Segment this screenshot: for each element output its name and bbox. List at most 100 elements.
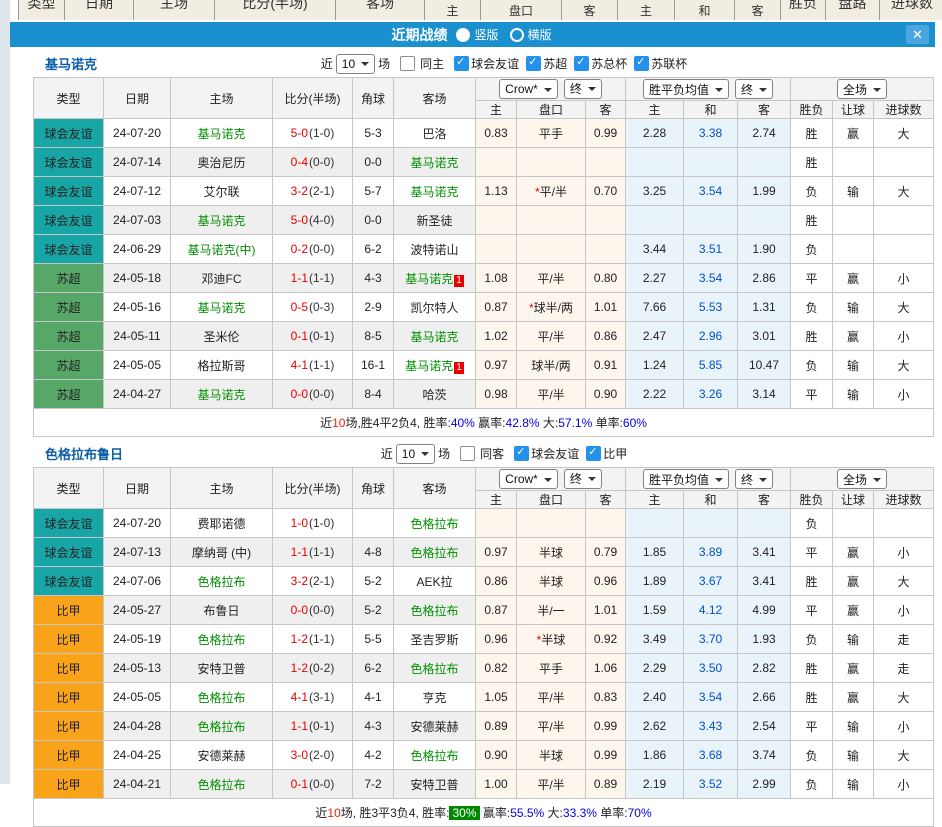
goals-cell <box>874 148 934 177</box>
avg-home-cell: 2.22 <box>626 380 684 409</box>
match-row: 比甲24-05-19色格拉布1-2(1-1)5-5圣吉罗斯0.96*半球0.92… <box>34 625 934 654</box>
vertical-layout-radio[interactable] <box>456 28 470 42</box>
handicap-cell: 半/一 <box>517 596 586 625</box>
corner-cell: 16-1 <box>353 351 394 380</box>
scope-select[interactable]: 全场 <box>837 469 887 489</box>
league-filter-label[interactable]: 苏总杯 <box>591 55 627 72</box>
league-type-cell: 比甲 <box>34 654 104 683</box>
league-filter-label[interactable]: 苏联杯 <box>651 55 687 72</box>
fulltime-score: 0-5 <box>291 300 308 314</box>
result-cell: 平 <box>791 712 833 741</box>
goals-cell <box>874 206 934 235</box>
avg-away-cell: 3.14 <box>738 380 791 409</box>
league-filter-checkbox[interactable] <box>514 446 529 461</box>
summary-row: 近10场, 胜3平3负4, 胜率:30% 赢率:55.5% 大:33.3% 单率… <box>34 799 934 827</box>
scope-value: 全场 <box>843 471 867 488</box>
away-team-cell: AEK拉 <box>394 567 476 596</box>
horizontal-layout-radio[interactable] <box>510 28 524 42</box>
corner-cell: 6-2 <box>353 235 394 264</box>
halftime-score: (1-0) <box>309 126 334 140</box>
games-label: 场 <box>438 445 450 462</box>
column-header: 主场 <box>171 78 273 119</box>
bg-header-label: 比分(半场) <box>215 0 335 13</box>
home-odds-cell: 0.86 <box>476 567 517 596</box>
vertical-layout-label[interactable]: 竖版 <box>474 26 498 43</box>
odds-final-value: 终 <box>570 470 582 487</box>
avg-home-cell: 2.40 <box>626 683 684 712</box>
halftime-score: (1-1) <box>309 545 334 559</box>
avg-home-cell: 2.19 <box>626 770 684 799</box>
home-team-name: 布鲁日 <box>203 604 239 618</box>
avg-type-select[interactable]: 胜平负均值 <box>643 79 729 99</box>
home-team-name: 费耶诺德 <box>197 517 245 531</box>
handicap-cell: 半球 <box>517 741 586 770</box>
league-filter-checkbox[interactable] <box>574 56 589 71</box>
bg-header-cell: 主 <box>618 0 675 20</box>
bg-header-cell: 胜负 <box>781 0 826 20</box>
games-count-select[interactable]: 10 <box>396 444 435 464</box>
fulltime-score: 5-0 <box>291 213 308 227</box>
handicap-cell: *球半/两 <box>517 293 586 322</box>
league-filter-label[interactable]: 苏超 <box>543 55 567 72</box>
handicap-result-cell: 赢 <box>833 683 874 712</box>
same-venue-label[interactable]: 同主 <box>420 55 444 72</box>
odds-final-select[interactable]: 终 <box>564 469 602 489</box>
odds-final-select[interactable]: 终 <box>564 79 602 99</box>
home-team-cell: 基马诺克 <box>171 380 273 409</box>
league-type-cell: 球会友谊 <box>34 177 104 206</box>
league-filter-checkbox[interactable] <box>454 56 469 71</box>
sub-column-header: 主 <box>626 101 684 119</box>
result-cell: 平 <box>791 538 833 567</box>
column-header: 日期 <box>104 468 171 509</box>
date-cell: 24-05-18 <box>104 264 171 293</box>
away-team-name: 基马诺克 <box>405 359 453 373</box>
odds-company-select[interactable]: Crow* <box>499 469 558 489</box>
league-type-cell: 比甲 <box>34 741 104 770</box>
match-row: 苏超24-05-16基马诺克0-5(0-3)2-9凯尔特人0.87*球半/两1.… <box>34 293 934 322</box>
league-filter-checkbox[interactable] <box>634 56 649 71</box>
score-cell: 0-4(0-0) <box>273 148 353 177</box>
odds-company-select[interactable]: Crow* <box>499 79 558 99</box>
avg-away-cell: 1.93 <box>738 625 791 654</box>
avg-final-select[interactable]: 终 <box>735 79 773 99</box>
avg-away-cell <box>738 509 791 538</box>
home-team-name: 圣米伦 <box>203 330 239 344</box>
avg-final-select[interactable]: 终 <box>735 469 773 489</box>
bg-header-label: 和 <box>675 2 734 19</box>
same-venue-label[interactable]: 同客 <box>480 445 504 462</box>
date-cell: 24-04-21 <box>104 770 171 799</box>
goals-cell: 小 <box>874 770 934 799</box>
away-team-cell: 波特诺山 <box>394 235 476 264</box>
away-team-cell: 色格拉布 <box>394 509 476 538</box>
league-filter-label[interactable]: 球会友谊 <box>531 445 579 462</box>
same-venue-checkbox[interactable] <box>400 56 415 71</box>
halftime-score: (0-0) <box>309 155 334 169</box>
home-team-name: 邓迪FC <box>202 272 242 286</box>
league-type-cell: 苏超 <box>34 264 104 293</box>
section-team-name: 基马诺克 <box>45 54 97 73</box>
match-row: 球会友谊24-07-20费耶诺德1-0(1-0)色格拉布负 <box>34 509 934 538</box>
away-team-cell: 色格拉布 <box>394 654 476 683</box>
league-filter-checkbox[interactable] <box>526 56 541 71</box>
result-cell: 负 <box>791 509 833 538</box>
league-type-cell: 球会友谊 <box>34 235 104 264</box>
summary-segment: 60% <box>623 416 647 430</box>
same-venue-checkbox[interactable] <box>460 446 475 461</box>
away-odds-cell: 0.96 <box>586 567 626 596</box>
handicap-result-cell <box>833 509 874 538</box>
recent-results-popup: 近期战绩 竖版 横版 ✕ 基马诺克近10场同主球会友谊苏超苏总杯苏联杯类型日期主… <box>10 22 935 827</box>
avg-home-cell: 7.66 <box>626 293 684 322</box>
league-filter-label[interactable]: 比甲 <box>603 445 627 462</box>
avg-type-select[interactable]: 胜平负均值 <box>643 469 729 489</box>
league-filter-checkbox[interactable] <box>586 446 601 461</box>
match-row: 比甲24-04-25安德莱赫3-0(2-0)4-2色格拉布0.90半球0.991… <box>34 741 934 770</box>
home-team-cell: 色格拉布 <box>171 712 273 741</box>
home-team-name: 摩纳哥 (中) <box>192 546 251 560</box>
scope-select[interactable]: 全场 <box>837 79 887 99</box>
horizontal-layout-label[interactable]: 横版 <box>528 26 552 43</box>
score-cell: 0-5(0-3) <box>273 293 353 322</box>
league-type-cell: 比甲 <box>34 683 104 712</box>
games-count-select[interactable]: 10 <box>336 54 375 74</box>
league-filter-label[interactable]: 球会友谊 <box>471 55 519 72</box>
close-icon[interactable]: ✕ <box>906 25 929 44</box>
